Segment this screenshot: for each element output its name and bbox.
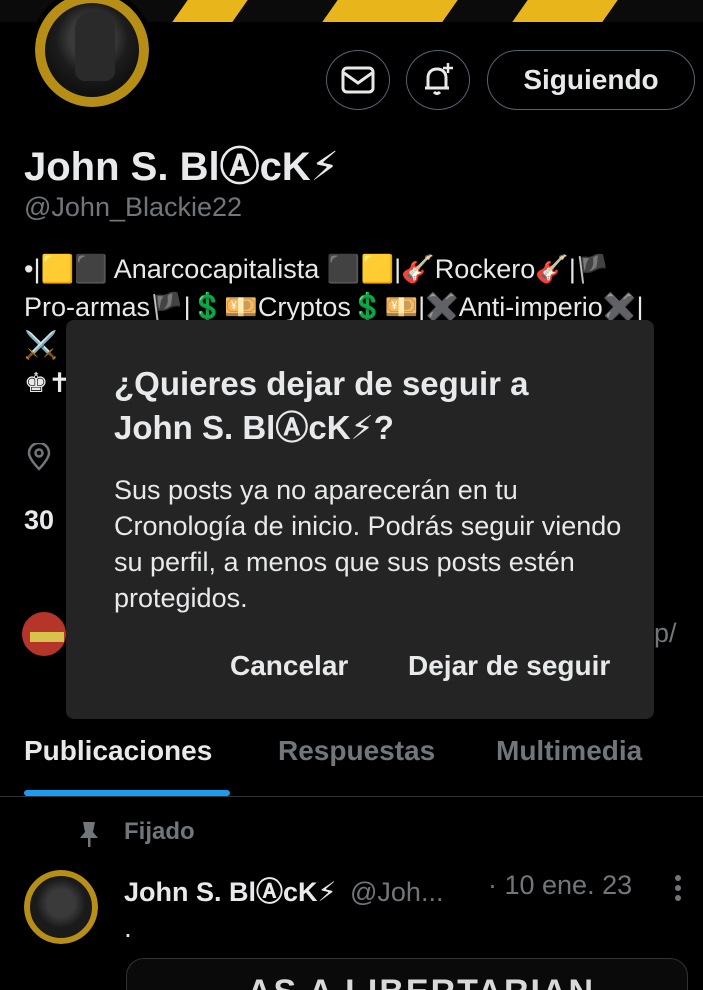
- unfollow-dialog: ¿Quieres dejar de seguir a John S. BlⒶcK…: [66, 320, 654, 719]
- unfollow-button[interactable]: Dejar de seguir: [408, 650, 610, 682]
- dialog-actions: Cancelar Dejar de seguir: [66, 650, 654, 690]
- dialog-title: ¿Quieres dejar de seguir a John S. BlⒶcK…: [114, 365, 529, 446]
- dialog-body: Sus posts ya no aparecerán en tu Cronolo…: [114, 475, 622, 613]
- cancel-button[interactable]: Cancelar: [230, 650, 348, 682]
